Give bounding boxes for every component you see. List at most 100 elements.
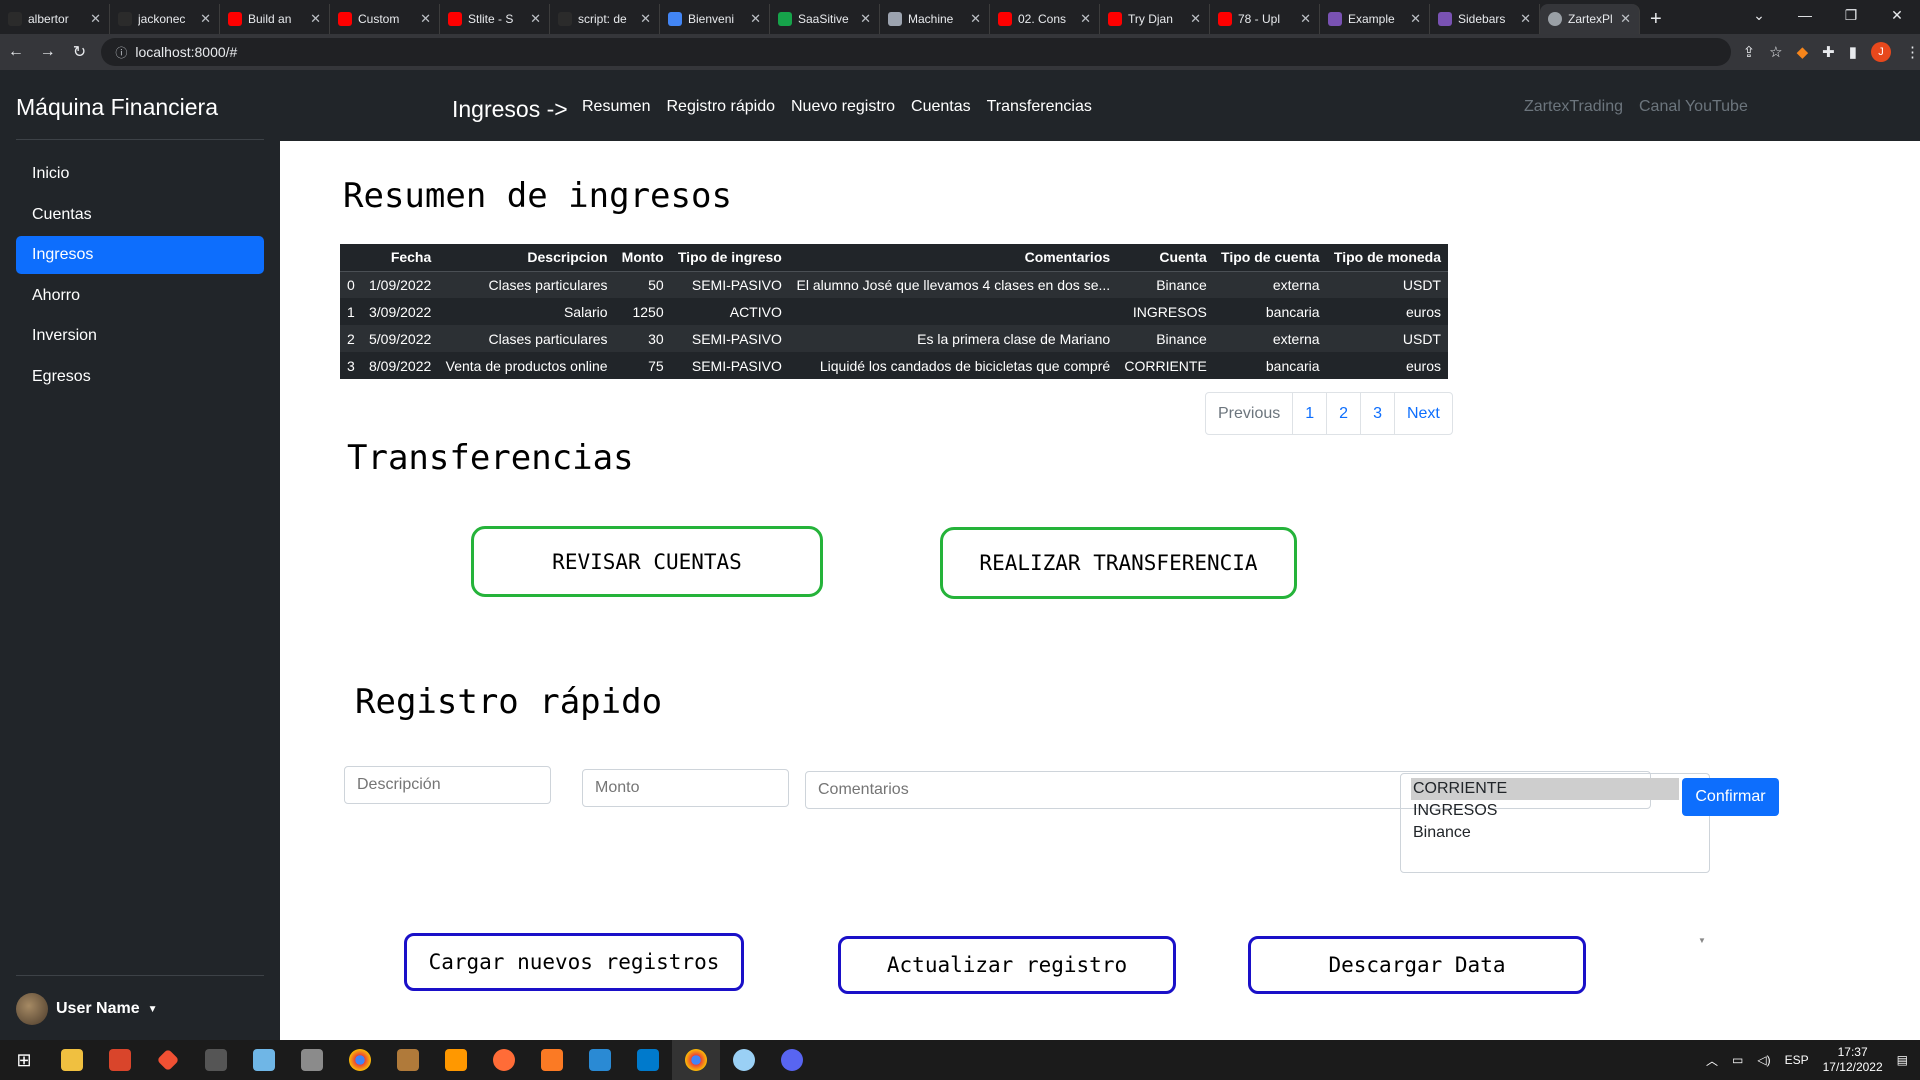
new-tab-button[interactable]: +: [1650, 4, 1662, 34]
chevron-up-icon[interactable]: ︿: [1706, 1052, 1718, 1069]
browser-tab[interactable]: Machine ✕: [880, 4, 990, 34]
page-link[interactable]: 1: [1292, 393, 1326, 434]
reload-icon[interactable]: ↻: [64, 42, 96, 62]
page-link[interactable]: Previous: [1206, 393, 1292, 434]
brand-title[interactable]: Máquina Financiera: [16, 94, 218, 121]
revisar-cuentas-button[interactable]: REVISAR CUENTAS: [471, 526, 823, 597]
minimize-button[interactable]: —: [1782, 0, 1828, 30]
sidebar-item-cuentas[interactable]: Cuentas: [16, 196, 264, 234]
notepad-icon[interactable]: [240, 1040, 288, 1080]
nav-link[interactable]: Resumen: [582, 98, 650, 116]
tab-active[interactable]: ZartexPl ✕: [1540, 4, 1640, 34]
notification-icon[interactable]: ▤: [1897, 1053, 1908, 1067]
postman-icon[interactable]: [480, 1040, 528, 1080]
cargar-registros-button[interactable]: Cargar nuevos registros: [404, 933, 744, 991]
xampp-icon[interactable]: [528, 1040, 576, 1080]
close-icon[interactable]: ✕: [1190, 11, 1201, 27]
puzzle-icon[interactable]: ✚: [1822, 43, 1835, 61]
nav-link[interactable]: Cuentas: [911, 98, 971, 116]
close-icon[interactable]: ✕: [1520, 11, 1531, 27]
app-red-icon[interactable]: [96, 1040, 144, 1080]
actualizar-registro-button[interactable]: Actualizar registro: [838, 936, 1176, 994]
nav-link[interactable]: Nuevo registro: [791, 98, 895, 116]
git-icon[interactable]: [144, 1040, 192, 1080]
file-explorer-icon[interactable]: [48, 1040, 96, 1080]
close-icon[interactable]: ✕: [860, 11, 871, 27]
external-link[interactable]: ZartexTrading: [1524, 98, 1623, 116]
terminal-icon[interactable]: [192, 1040, 240, 1080]
close-icon[interactable]: ✕: [200, 11, 211, 27]
nav-link[interactable]: Registro rápido: [666, 98, 775, 116]
chrome-active-icon[interactable]: [672, 1040, 720, 1080]
url-bar[interactable]: ⓘ localhost:8000/#: [101, 38, 1731, 66]
info-icon[interactable]: ⓘ: [115, 44, 127, 61]
browser-tab[interactable]: script: de ✕: [550, 4, 660, 34]
close-icon[interactable]: ✕: [1080, 11, 1091, 27]
sidepanel-icon[interactable]: ▮: [1849, 43, 1857, 61]
browser-tab[interactable]: Sidebars ✕: [1430, 4, 1540, 34]
menu-icon[interactable]: ⋮: [1905, 43, 1920, 61]
select-option[interactable]: Binance: [1411, 822, 1699, 844]
nav-link[interactable]: Transferencias: [987, 98, 1092, 116]
vscode-icon[interactable]: [624, 1040, 672, 1080]
browser-tab[interactable]: Bienveni ✕: [660, 4, 770, 34]
cuenta-select[interactable]: ▲▼ CORRIENTEINGRESOSBinance: [1400, 773, 1710, 945]
close-icon[interactable]: ✕: [970, 11, 981, 27]
close-icon[interactable]: ✕: [310, 11, 321, 27]
browser-tab[interactable]: albertor ✕: [0, 4, 110, 34]
browser-tab[interactable]: 78 - Upl ✕: [1210, 4, 1320, 34]
browser-tab[interactable]: Try Djan ✕: [1100, 4, 1210, 34]
select-option[interactable]: INGRESOS: [1411, 800, 1699, 822]
select-option[interactable]: CORRIENTE: [1411, 778, 1679, 800]
sidebar-item-egresos[interactable]: Egresos: [16, 358, 264, 396]
close-icon[interactable]: ✕: [1410, 11, 1421, 27]
confirmar-button[interactable]: Confirmar: [1682, 778, 1779, 816]
browser-tab[interactable]: SaaSitive ✕: [770, 4, 880, 34]
sublime-icon[interactable]: [432, 1040, 480, 1080]
sidebar-item-inversion[interactable]: Inversion: [16, 317, 264, 355]
profile-avatar[interactable]: J: [1870, 42, 1891, 62]
close-icon[interactable]: ✕: [750, 11, 761, 27]
fox-extension-icon[interactable]: ◆: [1797, 43, 1809, 61]
external-link[interactable]: Canal YouTube: [1639, 98, 1748, 116]
user-dropdown[interactable]: User Name ▼: [16, 993, 158, 1025]
page-link[interactable]: 3: [1360, 393, 1394, 434]
descripcion-input[interactable]: [344, 766, 551, 804]
forward-icon[interactable]: →: [32, 43, 64, 61]
remote-desktop-icon[interactable]: [576, 1040, 624, 1080]
volume-icon[interactable]: ◁): [1757, 1053, 1770, 1067]
share-icon[interactable]: ⇪: [1743, 43, 1756, 61]
realizar-transferencia-button[interactable]: REALIZAR TRANSFERENCIA: [940, 527, 1297, 599]
box-icon[interactable]: [384, 1040, 432, 1080]
sidebar-item-inicio[interactable]: Inicio: [16, 155, 264, 193]
paint-icon[interactable]: [720, 1040, 768, 1080]
monto-input[interactable]: [582, 769, 789, 807]
language-indicator[interactable]: ESP: [1785, 1053, 1809, 1067]
window-close-button[interactable]: ✕: [1874, 0, 1920, 30]
discord-icon[interactable]: [768, 1040, 816, 1080]
star-icon[interactable]: ☆: [1769, 43, 1782, 61]
chrome-icon[interactable]: [336, 1040, 384, 1080]
browser-tab[interactable]: Custom ✕: [330, 4, 440, 34]
sidebar-item-ingresos[interactable]: Ingresos: [16, 236, 264, 274]
close-icon[interactable]: ✕: [420, 11, 431, 27]
close-icon[interactable]: ✕: [530, 11, 541, 27]
browser-tab[interactable]: Example ✕: [1320, 4, 1430, 34]
back-icon[interactable]: ←: [0, 43, 32, 61]
calculator-icon[interactable]: [288, 1040, 336, 1080]
restore-button[interactable]: ❐: [1828, 0, 1874, 30]
page-link[interactable]: Next: [1393, 393, 1452, 434]
close-icon[interactable]: ✕: [640, 11, 651, 27]
network-icon[interactable]: ▭: [1732, 1053, 1743, 1067]
browser-tab[interactable]: Stlite - S ✕: [440, 4, 550, 34]
browser-tab[interactable]: jackonec ✕: [110, 4, 220, 34]
tab-search-icon[interactable]: ⌄: [1736, 0, 1782, 30]
page-link[interactable]: 2: [1326, 393, 1360, 434]
browser-tab[interactable]: 02. Cons ✕: [990, 4, 1100, 34]
close-icon[interactable]: ✕: [90, 11, 101, 27]
sidebar-item-ahorro[interactable]: Ahorro: [16, 277, 264, 315]
close-icon[interactable]: ✕: [1620, 11, 1631, 27]
descargar-data-button[interactable]: Descargar Data: [1248, 936, 1586, 994]
windows-start-icon[interactable]: ⊞: [0, 1040, 48, 1080]
clock[interactable]: 17:37 17/12/2022: [1823, 1045, 1883, 1075]
